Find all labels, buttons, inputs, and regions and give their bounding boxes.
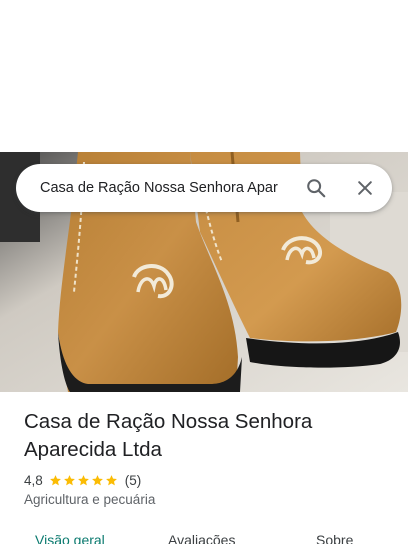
clear-search-button[interactable] xyxy=(351,174,379,202)
star-icon xyxy=(77,474,89,485)
tab-reviews[interactable]: Avaliações xyxy=(168,532,235,544)
star-icon xyxy=(49,474,61,485)
tab-about[interactable]: Sobre xyxy=(316,532,353,544)
star-icon xyxy=(105,474,117,485)
close-icon xyxy=(358,181,372,195)
star-icon xyxy=(91,474,103,485)
star-icon xyxy=(63,474,75,485)
review-count[interactable]: (5) xyxy=(125,473,142,488)
place-tabs: Visão geral Avaliações Sobre xyxy=(0,528,408,544)
rating-row[interactable]: 4,8 (5) xyxy=(24,471,141,489)
rating-value: 4,8 xyxy=(24,472,43,488)
place-category[interactable]: Agricultura e pecuária xyxy=(24,492,155,507)
tab-overview[interactable]: Visão geral xyxy=(35,532,105,544)
search-icon xyxy=(307,179,326,198)
search-button[interactable] xyxy=(302,174,330,202)
place-title: Casa de Ração Nossa Senhora Aparecida Lt… xyxy=(24,410,313,461)
search-bar xyxy=(16,164,392,212)
star-rating xyxy=(49,474,119,487)
map-area-blank xyxy=(0,0,408,152)
search-input[interactable] xyxy=(40,164,292,212)
